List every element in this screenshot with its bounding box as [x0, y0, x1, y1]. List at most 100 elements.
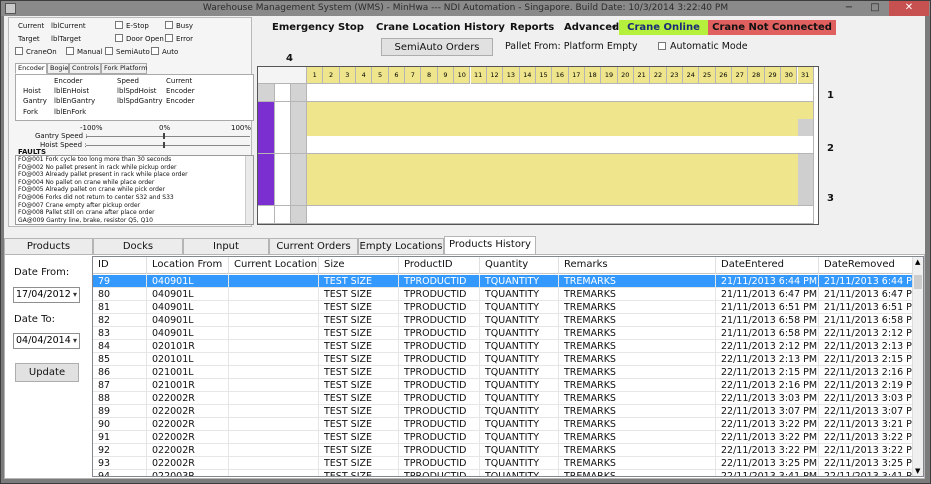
- table-cell[interactable]: TEST SIZE: [319, 405, 399, 418]
- column-header[interactable]: Quantity: [480, 257, 559, 274]
- table-row[interactable]: 93 022002R TEST SIZE TPRODUCTID TQUANTITY TRE…: [93, 457, 920, 470]
- table-cell[interactable]: 022002R: [147, 431, 229, 444]
- update-button[interactable]: Update: [15, 363, 79, 382]
- grid-side-cell[interactable]: [291, 171, 307, 189]
- products-history-table[interactable]: ID Location From Current Location Size Produ…: [92, 256, 924, 477]
- table-cell[interactable]: 22/11/2013 2:15 PM: [716, 366, 819, 379]
- table-cell[interactable]: [229, 288, 319, 301]
- grid-side-cell[interactable]: [291, 154, 307, 172]
- table-cell[interactable]: [229, 405, 319, 418]
- minimize-button[interactable]: −: [836, 1, 862, 16]
- table-cell[interactable]: TQUANTITY: [480, 470, 559, 476]
- fault-item[interactable]: FO@005 Already pallet on crane while pic…: [16, 186, 253, 194]
- grid-side-cell[interactable]: [258, 206, 275, 224]
- tab-current-orders[interactable]: Current Orders: [269, 238, 358, 255]
- table-cell[interactable]: 021001R: [147, 379, 229, 392]
- grid-side-cell[interactable]: [275, 188, 291, 206]
- semiauto-orders-button[interactable]: SemiAuto Orders: [381, 38, 493, 56]
- table-cell[interactable]: 22/11/2013 2:15 PM: [819, 353, 920, 366]
- date-to-picker[interactable]: 04/04/2014 ▾: [13, 333, 80, 349]
- grid-side-cell[interactable]: [275, 102, 291, 120]
- table-cell[interactable]: TQUANTITY: [480, 353, 559, 366]
- table-cell[interactable]: 21/11/2013 6:44 PM: [819, 275, 920, 288]
- table-cell[interactable]: 79: [93, 275, 147, 288]
- table-row[interactable]: 82 040901L TEST SIZE TPRODUCTID TQUANTITY TRE…: [93, 314, 920, 327]
- table-cell[interactable]: 040901L: [147, 314, 229, 327]
- grid-side-cell[interactable]: [258, 119, 275, 137]
- rack-row[interactable]: [307, 102, 814, 120]
- table-cell[interactable]: TEST SIZE: [319, 431, 399, 444]
- table-row[interactable]: 79 040901L TEST SIZE TPRODUCTID TQUANTITY TRE…: [93, 275, 920, 288]
- table-cell[interactable]: 22/11/2013 2:19 PM: [819, 379, 920, 392]
- table-cell[interactable]: 22/11/2013 2:13 PM: [819, 340, 920, 353]
- table-cell[interactable]: 22/11/2013 3:03 PM: [819, 392, 920, 405]
- door-open-checkbox[interactable]: [115, 34, 123, 42]
- grid-side-cell[interactable]: [275, 206, 291, 224]
- table-cell[interactable]: [229, 444, 319, 457]
- busy-checkbox[interactable]: [165, 21, 173, 29]
- advanced-menu[interactable]: Advanced: [564, 22, 619, 33]
- rack-end-cell[interactable]: [797, 119, 814, 137]
- table-cell[interactable]: 040901L: [147, 327, 229, 340]
- rack-row[interactable]: [307, 171, 814, 189]
- table-cell[interactable]: TPRODUCTID: [399, 379, 480, 392]
- grid-side-cell[interactable]: [275, 171, 291, 189]
- table-cell[interactable]: TREMARKS: [559, 418, 716, 431]
- table-cell[interactable]: 22/11/2013 2:16 PM: [716, 379, 819, 392]
- table-cell[interactable]: 22/11/2013 2:12 PM: [819, 327, 920, 340]
- table-cell[interactable]: 22/11/2013 2:12 PM: [716, 340, 819, 353]
- column-header[interactable]: Size: [319, 257, 399, 274]
- table-cell[interactable]: TQUANTITY: [480, 288, 559, 301]
- table-cell[interactable]: 21/11/2013 6:58 PM: [716, 314, 819, 327]
- table-cell[interactable]: [229, 327, 319, 340]
- table-cell[interactable]: [229, 301, 319, 314]
- column-header[interactable]: Location From: [147, 257, 229, 274]
- chevron-down-icon[interactable]: ▼: [915, 467, 920, 475]
- table-cell[interactable]: TQUANTITY: [480, 431, 559, 444]
- table-cell[interactable]: 21/11/2013 6:58 PM: [819, 314, 920, 327]
- column-header[interactable]: Current Location: [229, 257, 319, 274]
- fault-item[interactable]: FO@006 Forks did not return to center S3…: [16, 194, 253, 202]
- table-cell[interactable]: 22/11/2013 2:13 PM: [716, 353, 819, 366]
- table-row[interactable]: 92 022002R TEST SIZE TPRODUCTID TQUANTITY TRE…: [93, 444, 920, 457]
- table-cell[interactable]: 040901L: [147, 275, 229, 288]
- grid-side-cell[interactable]: [258, 102, 275, 120]
- table-cell[interactable]: 22/11/2013 3:07 PM: [716, 405, 819, 418]
- table-cell[interactable]: 022002R: [147, 392, 229, 405]
- grid-side-cell[interactable]: [258, 84, 275, 102]
- table-cell[interactable]: TPRODUCTID: [399, 444, 480, 457]
- column-header[interactable]: ID: [93, 257, 147, 274]
- table-cell[interactable]: TPRODUCTID: [399, 327, 480, 340]
- table-cell[interactable]: TQUANTITY: [480, 340, 559, 353]
- table-cell[interactable]: 22/11/2013 3:25 PM: [716, 457, 819, 470]
- table-cell[interactable]: 040901L: [147, 301, 229, 314]
- table-cell[interactable]: TPRODUCTID: [399, 275, 480, 288]
- table-cell[interactable]: TPRODUCTID: [399, 301, 480, 314]
- fault-item[interactable]: FO@003 Already pallet present in rack wh…: [16, 171, 253, 179]
- crane-on-checkbox[interactable]: [15, 47, 23, 55]
- table-cell[interactable]: TPRODUCTID: [399, 314, 480, 327]
- table-cell[interactable]: TEST SIZE: [319, 392, 399, 405]
- table-cell[interactable]: [229, 353, 319, 366]
- table-cell[interactable]: 22/11/2013 3:41 PM: [819, 470, 920, 476]
- date-from-picker[interactable]: 17/04/2012 ▾: [13, 287, 80, 303]
- table-cell[interactable]: TREMARKS: [559, 431, 716, 444]
- table-cell[interactable]: TEST SIZE: [319, 301, 399, 314]
- column-header[interactable]: DateEntered: [716, 257, 819, 274]
- table-cell[interactable]: TQUANTITY: [480, 275, 559, 288]
- table-cell[interactable]: TEST SIZE: [319, 327, 399, 340]
- table-cell[interactable]: TREMARKS: [559, 275, 716, 288]
- tab-empty-locations[interactable]: Empty Locations: [358, 238, 444, 255]
- table-cell[interactable]: 81: [93, 301, 147, 314]
- table-cell[interactable]: TQUANTITY: [480, 405, 559, 418]
- rack-end-cell[interactable]: [797, 154, 814, 172]
- table-cell[interactable]: TREMARKS: [559, 470, 716, 476]
- table-cell[interactable]: TREMARKS: [559, 444, 716, 457]
- manual-checkbox[interactable]: [66, 47, 74, 55]
- table-cell[interactable]: 022002R: [147, 457, 229, 470]
- table-cell[interactable]: 040901L: [147, 288, 229, 301]
- table-cell[interactable]: [229, 470, 319, 476]
- grid-side-cell[interactable]: [291, 206, 307, 224]
- table-cell[interactable]: TEST SIZE: [319, 444, 399, 457]
- tab-fork-platform[interactable]: Fork Platform: [101, 63, 147, 74]
